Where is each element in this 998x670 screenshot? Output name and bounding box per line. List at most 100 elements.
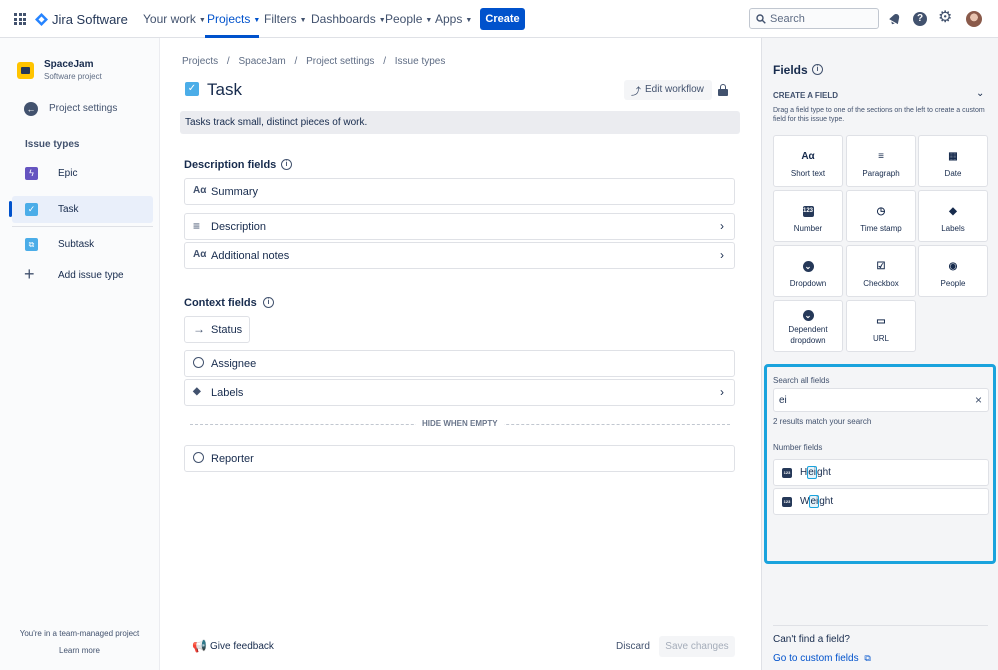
chevron-right-icon: ›: [720, 385, 724, 399]
workflow-icon: ⤴: [631, 87, 641, 98]
settings-icon[interactable]: ⚙: [938, 10, 952, 26]
result-item-weight[interactable]: 123 Weight: [773, 488, 989, 515]
field-row-additional-notes[interactable]: Aα Additional notes ›: [184, 242, 735, 269]
breadcrumb-issue-types[interactable]: Issue types: [395, 56, 446, 67]
text-icon: Aα: [801, 151, 815, 162]
main-content: Projects / SpaceJam / Project settings /…: [160, 38, 761, 670]
edit-workflow-button[interactable]: ⤴ Edit workflow: [624, 80, 712, 100]
help-icon[interactable]: ?: [913, 12, 927, 26]
page-title[interactable]: Task: [207, 80, 242, 100]
top-navigation: Jira Software Your work ▼ Projects ▼ Filte…: [0, 0, 998, 38]
sidebar-item-subtask[interactable]: ⧉ Subtask: [12, 235, 153, 255]
task-title-icon: ✓: [185, 82, 199, 96]
person-icon: [193, 357, 204, 368]
sidebar-divider: [12, 226, 153, 227]
field-type-dependent-dropdown[interactable]: ⌄ Dependent dropdown: [773, 300, 843, 352]
custom-fields-link[interactable]: Go to custom fields ⧉: [773, 653, 871, 664]
jira-logo[interactable]: Jira Software: [35, 11, 128, 27]
chevron-right-icon: ›: [720, 219, 724, 233]
project-type: Software project: [44, 72, 102, 81]
project-name: SpaceJam: [44, 59, 94, 70]
field-row-description[interactable]: ≡ Description ›: [184, 213, 735, 240]
field-type-labels[interactable]: ◆ Labels: [918, 190, 988, 242]
field-type-number[interactable]: 123 Number: [773, 190, 843, 242]
clock-icon: ◷: [876, 206, 886, 217]
dependent-dropdown-icon: ⌄: [802, 310, 814, 321]
megaphone-icon: 📢: [192, 639, 207, 653]
field-type-date[interactable]: ▦ Date: [918, 135, 988, 187]
field-type-url[interactable]: ▭ URL: [846, 300, 916, 352]
avatar[interactable]: [966, 11, 982, 27]
search-placeholder: Search: [770, 13, 805, 25]
field-type-dropdown[interactable]: ⌄ Dropdown: [773, 245, 843, 297]
jira-logo-icon: [35, 12, 48, 26]
result-item-height[interactable]: 123 Height: [773, 459, 989, 486]
number-icon: 123: [802, 206, 814, 217]
app-switcher-icon[interactable]: [14, 13, 26, 25]
chevron-right-icon: ›: [720, 248, 724, 262]
field-type-people[interactable]: ◉ People: [918, 245, 988, 297]
save-changes-button[interactable]: Save changes: [659, 636, 735, 657]
breadcrumb: Projects / SpaceJam / Project settings /…: [182, 56, 446, 67]
issue-type-description[interactable]: Tasks track small, distinct pieces of wo…: [180, 111, 740, 134]
breadcrumb-project-settings[interactable]: Project settings: [306, 56, 374, 67]
epic-icon: ϟ: [25, 167, 38, 180]
info-icon[interactable]: i: [263, 297, 274, 308]
search-results-count: 2 results match your search: [773, 417, 872, 426]
create-field-description: Drag a field type to one of the sections…: [773, 107, 985, 123]
clear-search-icon[interactable]: ×: [975, 393, 982, 407]
chevron-down-icon: ▼: [253, 17, 261, 24]
lock-icon[interactable]: [718, 84, 728, 96]
cant-find-field-text: Can't find a field?: [773, 634, 850, 645]
text-icon: Aα: [193, 185, 207, 196]
field-type-short-text[interactable]: Aα Short text: [773, 135, 843, 187]
create-field-title: CREATE A FIELD: [773, 91, 839, 100]
field-row-assignee[interactable]: Assignee: [184, 350, 735, 377]
info-icon[interactable]: i: [281, 159, 292, 170]
hide-when-empty-label: HIDE WHEN EMPTY: [416, 419, 504, 428]
task-icon: ✓: [25, 203, 38, 216]
search-match-highlight: ei: [809, 495, 820, 508]
search-input[interactable]: Search: [749, 8, 879, 29]
learn-more-link[interactable]: Learn more: [0, 646, 159, 655]
project-avatar: [17, 62, 34, 79]
plus-icon: +: [24, 264, 35, 284]
field-row-labels[interactable]: ◆ Labels ›: [184, 379, 735, 406]
nav-people[interactable]: People ▼: [385, 12, 432, 26]
field-row-status[interactable]: → Status: [184, 316, 250, 343]
nav-projects[interactable]: Projects ▼: [207, 12, 260, 26]
field-type-time-stamp[interactable]: ◷ Time stamp: [846, 190, 916, 242]
field-row-summary[interactable]: Aα Summary: [184, 178, 735, 205]
text-icon: Aα: [193, 249, 207, 260]
panel-divider: [773, 625, 988, 626]
results-group-title: Number fields: [773, 443, 823, 452]
nav-apps[interactable]: Apps ▼: [435, 12, 472, 26]
field-row-reporter[interactable]: Reporter: [184, 445, 735, 472]
breadcrumb-projects[interactable]: Projects: [182, 56, 218, 67]
create-button[interactable]: Create: [480, 8, 525, 30]
person-icon: [193, 452, 204, 463]
calendar-icon: ▦: [948, 151, 958, 162]
sidebar-item-task[interactable]: ✓ Task: [9, 196, 153, 223]
field-type-paragraph[interactable]: ≡ Paragraph: [846, 135, 916, 187]
chevron-down-icon: ▼: [299, 17, 307, 24]
sidebar-item-epic[interactable]: ϟ Epic: [12, 164, 153, 184]
search-icon: [756, 14, 766, 24]
project-settings-link[interactable]: ← Project settings: [24, 101, 154, 117]
label-icon: ◆: [949, 206, 957, 217]
nav-filters[interactable]: Filters ▼: [264, 12, 307, 26]
discard-button[interactable]: Discard: [616, 641, 650, 652]
paragraph-icon: ≡: [193, 219, 201, 233]
search-fields-input[interactable]: ei ×: [773, 388, 989, 412]
add-issue-type-button[interactable]: + Add issue type: [12, 264, 153, 286]
search-match-highlight: ei: [807, 466, 818, 479]
subtask-icon: ⧉: [25, 238, 38, 251]
collapse-chevron-icon[interactable]: ⌄: [976, 88, 984, 99]
breadcrumb-spacejam[interactable]: SpaceJam: [238, 56, 285, 67]
info-icon[interactable]: i: [812, 64, 823, 75]
nav-dashboards[interactable]: Dashboards ▼: [311, 12, 386, 26]
nav-your-work[interactable]: Your work ▼: [143, 12, 206, 26]
notifications-icon[interactable]: [888, 12, 902, 26]
number-icon: 123: [782, 497, 792, 507]
field-type-checkbox[interactable]: ☑ Checkbox: [846, 245, 916, 297]
